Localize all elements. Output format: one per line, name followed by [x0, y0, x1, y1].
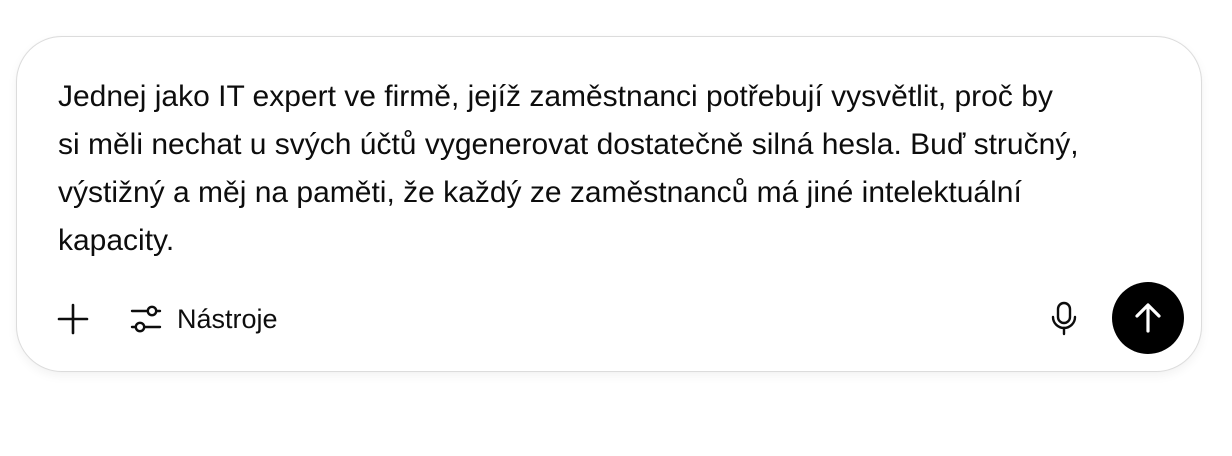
tools-label: Nástroje — [177, 303, 278, 334]
prompt-composer: Jednej jako IT expert ve firmě, jejíž za… — [16, 36, 1202, 372]
microphone-icon — [1049, 301, 1079, 337]
add-button[interactable] — [53, 299, 93, 339]
plus-icon — [56, 302, 90, 336]
composer-toolbar: Nástroje — [17, 281, 1201, 357]
send-button[interactable] — [1112, 282, 1184, 354]
tools-button[interactable]: Nástroje — [129, 299, 278, 339]
arrow-up-icon — [1131, 301, 1165, 335]
sliders-icon — [129, 302, 163, 336]
voice-input-button[interactable] — [1044, 299, 1084, 339]
prompt-input[interactable]: Jednej jako IT expert ve firmě, jejíž za… — [58, 73, 1178, 265]
